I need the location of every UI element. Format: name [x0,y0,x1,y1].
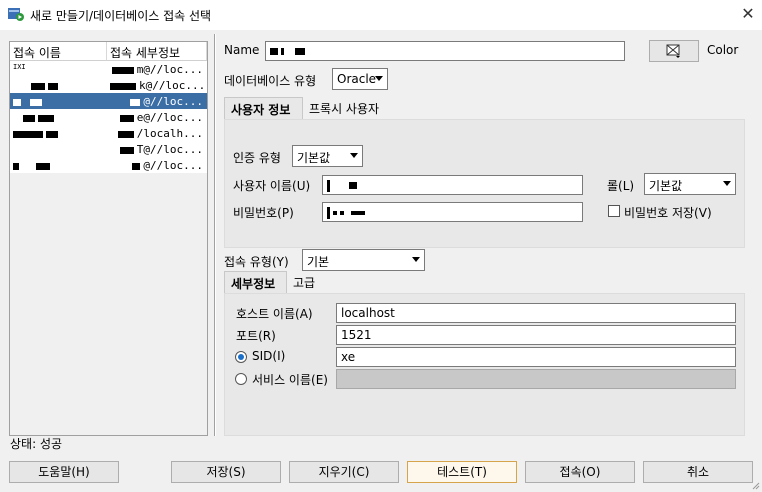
db-type-value: Oracle [337,72,377,86]
role-select[interactable]: 기본값 [644,173,736,195]
status-text: 상태: 성공 [10,437,63,451]
color-swatch-icon [666,44,680,58]
password-input[interactable] [322,202,583,222]
splitter[interactable] [214,34,216,436]
connection-name [13,79,105,92]
connection-details: @//loc... [110,159,205,172]
host-label: 호스트 이름(A) [236,307,313,321]
connection-details: T@//loc... [110,143,205,156]
db-type-label: 데이터베이스 유형 [224,74,317,88]
auth-type-select[interactable]: 기본값 [292,145,363,167]
connection-row[interactable]: e@//loc... [10,109,207,125]
service-name-label: 서비스 이름(E) [252,373,328,387]
help-button[interactable]: 도움말(H) [9,461,119,483]
save-password-label: 비밀번호 저장(V) [624,206,712,220]
host-input[interactable]: localhost [336,303,736,323]
service-name-radio[interactable] [235,373,247,385]
test-button[interactable]: 테스트(T) [407,461,517,483]
connection-details: k@//loc... [110,79,205,92]
connection-row-selected[interactable]: @//loc... [10,93,207,109]
db-type-select[interactable]: Oracle [332,68,388,90]
connection-row[interactable]: k@//loc... [10,77,207,93]
sid-radio[interactable] [235,351,247,363]
conn-type-select[interactable]: 기본 [302,249,425,271]
tab-advanced[interactable]: 고급 [287,271,321,293]
chevron-down-icon [350,153,358,158]
port-input[interactable]: 1521 [336,325,736,345]
column-header-name[interactable]: 접속 이름 [10,42,107,61]
tab-details[interactable]: 세부정보 [224,271,287,293]
chevron-down-icon [723,181,731,186]
resize-grip-icon[interactable] [750,480,760,490]
password-label: 비밀번호(P) [233,206,294,220]
connection-row[interactable]: /localh... [10,125,207,141]
connection-name [13,127,105,140]
name-label: Name [224,43,260,57]
connection-row[interactable]: IXI m@//loc... [10,61,207,77]
connection-details: e@//loc... [110,111,205,124]
save-password-checkbox[interactable] [608,205,620,217]
username-input[interactable] [322,175,583,195]
connection-rows: IXI m@//loc... k@//loc... @//loc... e@//… [10,61,207,173]
port-label: 포트(R) [236,329,276,343]
sid-label: SID(I) [252,349,286,363]
sid-input[interactable]: xe [336,347,736,367]
connection-row[interactable]: T@//loc... [10,141,207,157]
username-label: 사용자 이름(U) [233,179,311,193]
connection-details: /localh... [110,127,205,140]
connection-details: m@//loc... [110,63,205,76]
connection-name [13,95,105,108]
database-connect-icon [8,8,24,21]
window-title: 새로 만들기/데이터베이스 접속 선택 [30,9,212,23]
connection-details: @//loc... [110,95,205,108]
close-icon[interactable]: ✕ [738,4,758,24]
role-label: 롤(L) [607,179,635,193]
connection-name: IXI [13,63,26,71]
chevron-down-icon [375,76,383,81]
column-header-details[interactable]: 접속 세부정보 [107,42,207,61]
save-button[interactable]: 저장(S) [171,461,281,483]
connection-name [13,111,105,124]
connection-row[interactable]: @//loc... [10,157,207,173]
title-bar: 새로 만들기/데이터베이스 접속 선택 ✕ [0,0,762,30]
conn-type-label: 접속 유형(Y) [224,255,289,269]
clear-button[interactable]: 지우기(C) [289,461,399,483]
connection-name [13,159,105,172]
conn-type-value: 기본 [307,255,330,269]
auth-type-label: 인증 유형 [233,151,281,165]
cancel-button[interactable]: 취소 [643,461,753,483]
connection-list[interactable]: 접속 이름 접속 세부정보 IXI m@//loc... k@//loc... … [9,41,208,436]
auth-type-value: 기본값 [297,151,331,165]
tab-proxy-user[interactable]: 프록시 사용자 [303,97,385,119]
chevron-down-icon [412,257,420,262]
color-label: Color [707,43,739,57]
service-name-input [336,369,736,389]
tab-user-info[interactable]: 사용자 정보 [224,97,303,119]
color-picker-button[interactable] [649,40,699,62]
connect-button[interactable]: 접속(O) [525,461,635,483]
role-value: 기본값 [649,179,683,193]
name-input[interactable] [265,41,625,61]
